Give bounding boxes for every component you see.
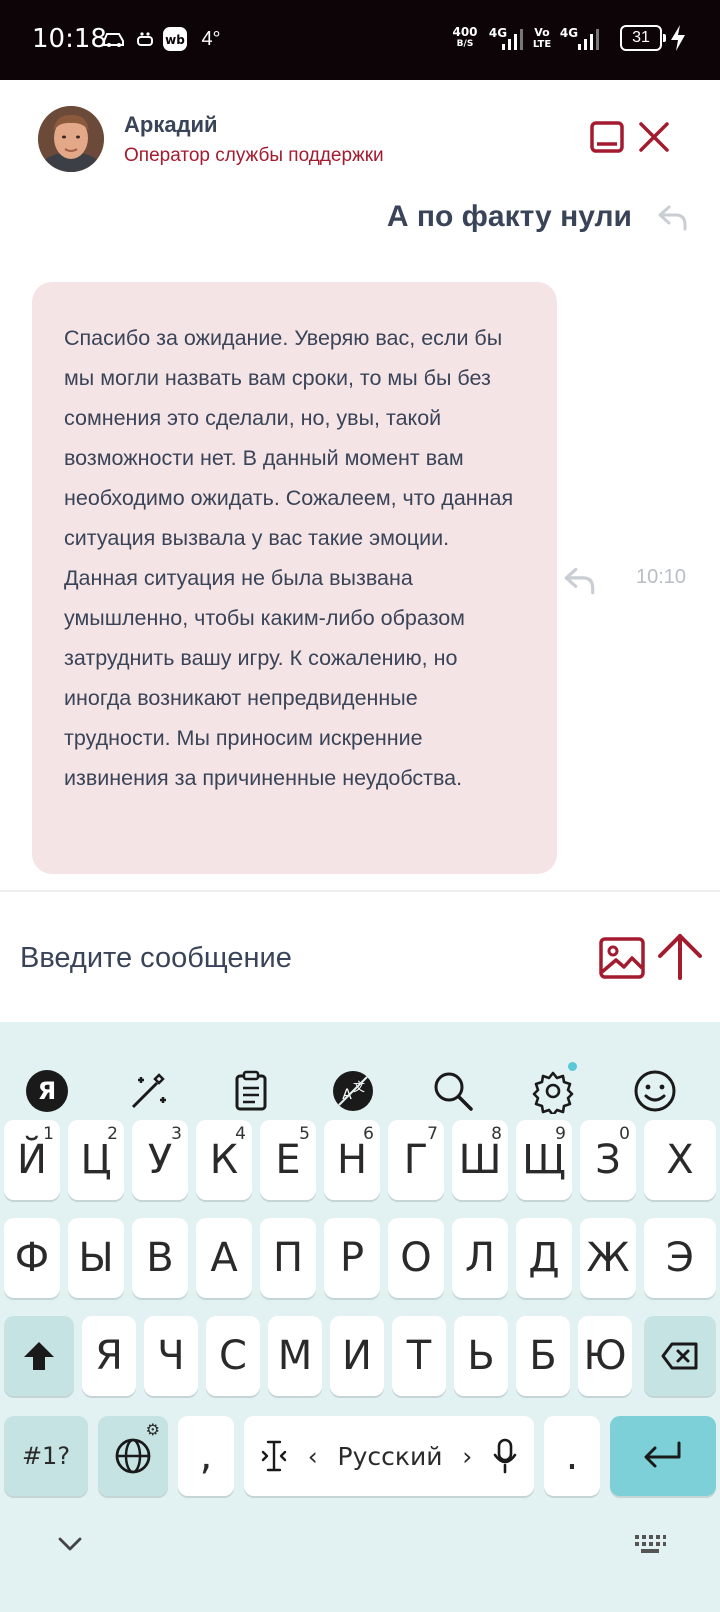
battery-icon: 31	[620, 25, 666, 51]
keyboard-switch-icon[interactable]	[630, 1524, 670, 1564]
key-row3-6[interactable]: Т	[392, 1316, 446, 1396]
close-button[interactable]	[634, 118, 674, 158]
key-6[interactable]: Н6	[324, 1120, 380, 1200]
key-row3-8[interactable]: Б	[516, 1316, 570, 1396]
signal-icon-1	[502, 28, 523, 50]
chevron-down-icon[interactable]	[50, 1524, 90, 1564]
key-row3-3[interactable]: С	[206, 1316, 260, 1396]
key-8[interactable]: Ш8	[452, 1120, 508, 1200]
lang-next-arrow: ›	[462, 1441, 473, 1471]
key-11[interactable]: Х	[644, 1120, 716, 1200]
globe-icon	[115, 1438, 151, 1474]
temperature: 4°	[201, 27, 221, 50]
microphone-icon	[493, 1438, 517, 1474]
key-row2-7[interactable]: О	[388, 1218, 444, 1298]
minimize-button[interactable]	[588, 118, 628, 158]
emoji-icon[interactable]	[632, 1068, 678, 1114]
enter-key[interactable]	[610, 1416, 716, 1496]
operator-avatar	[38, 106, 104, 172]
net-type-3: 4G	[559, 26, 579, 40]
key-row2-4[interactable]: А	[196, 1218, 252, 1298]
send-button[interactable]	[654, 930, 706, 982]
key-2[interactable]: Ц2	[68, 1120, 124, 1200]
notification-dot	[568, 1062, 577, 1071]
signal-icon-2	[578, 28, 599, 50]
key-row2-9[interactable]: Д	[516, 1218, 572, 1298]
svg-text:Я: Я	[38, 1077, 56, 1105]
language-key[interactable]: ⚙	[98, 1416, 168, 1496]
backspace-key[interactable]	[644, 1316, 716, 1396]
status-bar: 10:18 wb 4° 400 B/S 4G Vo LTE 4G 31	[0, 0, 720, 80]
reply-icon[interactable]	[656, 200, 690, 234]
key-row2-8[interactable]: Л	[452, 1218, 508, 1298]
gear-icon: ⚙	[145, 1420, 160, 1439]
key-3[interactable]: У3	[132, 1120, 188, 1200]
quoted-message: А по факту нули	[386, 200, 632, 233]
key-row2-3[interactable]: В	[132, 1218, 188, 1298]
net-speed: 400 B/S	[452, 25, 478, 49]
cursor-icon	[261, 1440, 287, 1472]
key-4[interactable]: К4	[196, 1120, 252, 1200]
space-key[interactable]: ‹ Русский ›	[244, 1416, 534, 1496]
status-time: 10:18	[32, 24, 107, 54]
volte-label: Vo LTE	[532, 26, 552, 51]
backspace-icon	[661, 1342, 698, 1370]
key-7[interactable]: Г7	[388, 1120, 444, 1200]
divider	[0, 890, 720, 892]
key-1[interactable]: Й1	[4, 1120, 60, 1200]
shift-key[interactable]	[4, 1316, 74, 1396]
operator-role: Оператор службы поддержки	[124, 145, 384, 166]
space-language-label: Русский	[337, 1441, 443, 1471]
operator-name: Аркадий	[124, 112, 218, 137]
charging-icon	[668, 24, 688, 59]
key-row2-5[interactable]: П	[260, 1218, 316, 1298]
period-key[interactable]: .	[544, 1416, 600, 1496]
operator-message-bubble: Спасибо за ожидание. Уверяю вас, если бы…	[32, 282, 557, 874]
keyboard: Я A文 Й1 Ц2 У3 К4 Е5 Н6 Г7 Ш8 Щ9 З0 Х Ф Ы…	[0, 1022, 720, 1612]
clipboard-icon[interactable]	[228, 1068, 274, 1114]
key-row3-2[interactable]: Ч	[144, 1316, 198, 1396]
enter-icon	[644, 1441, 681, 1468]
gear-icon[interactable]	[530, 1062, 577, 1114]
key-row2-6[interactable]: Р	[324, 1218, 380, 1298]
svg-text:wb: wb	[165, 33, 185, 47]
yandex-icon[interactable]: Я	[24, 1068, 70, 1114]
key-row3-1[interactable]: Я	[82, 1316, 136, 1396]
key-row2-11[interactable]: Э	[644, 1218, 716, 1298]
symbols-key[interactable]: #1?	[4, 1416, 88, 1496]
message-input[interactable]	[20, 934, 580, 982]
key-9[interactable]: Щ9	[516, 1120, 572, 1200]
shift-icon	[24, 1342, 54, 1370]
key-row3-9[interactable]: Ю	[578, 1316, 632, 1396]
translate-icon[interactable]: A文	[330, 1068, 376, 1114]
key-row3-7[interactable]: Ь	[454, 1316, 508, 1396]
notification-icon	[134, 24, 156, 54]
wildberries-icon: wb	[162, 24, 188, 54]
comma-key[interactable]: ,	[178, 1416, 234, 1496]
reply-icon[interactable]	[562, 562, 598, 598]
key-row2-10[interactable]: Ж	[580, 1218, 636, 1298]
key-10[interactable]: З0	[580, 1120, 636, 1200]
message-text: Спасибо за ожидание. Уверяю вас, если бы…	[64, 326, 514, 790]
key-row2-2[interactable]: Ы	[68, 1218, 124, 1298]
car-icon	[100, 24, 128, 54]
key-row3-4[interactable]: М	[268, 1316, 322, 1396]
key-5[interactable]: Е5	[260, 1120, 316, 1200]
magic-wand-icon[interactable]	[126, 1068, 172, 1114]
key-row3-5[interactable]: И	[330, 1316, 384, 1396]
message-time: 10:10	[636, 566, 687, 588]
key-row2-1[interactable]: Ф	[4, 1218, 60, 1298]
search-icon[interactable]	[430, 1068, 476, 1114]
lang-prev-arrow: ‹	[307, 1441, 318, 1471]
attach-image-button[interactable]	[598, 934, 646, 982]
